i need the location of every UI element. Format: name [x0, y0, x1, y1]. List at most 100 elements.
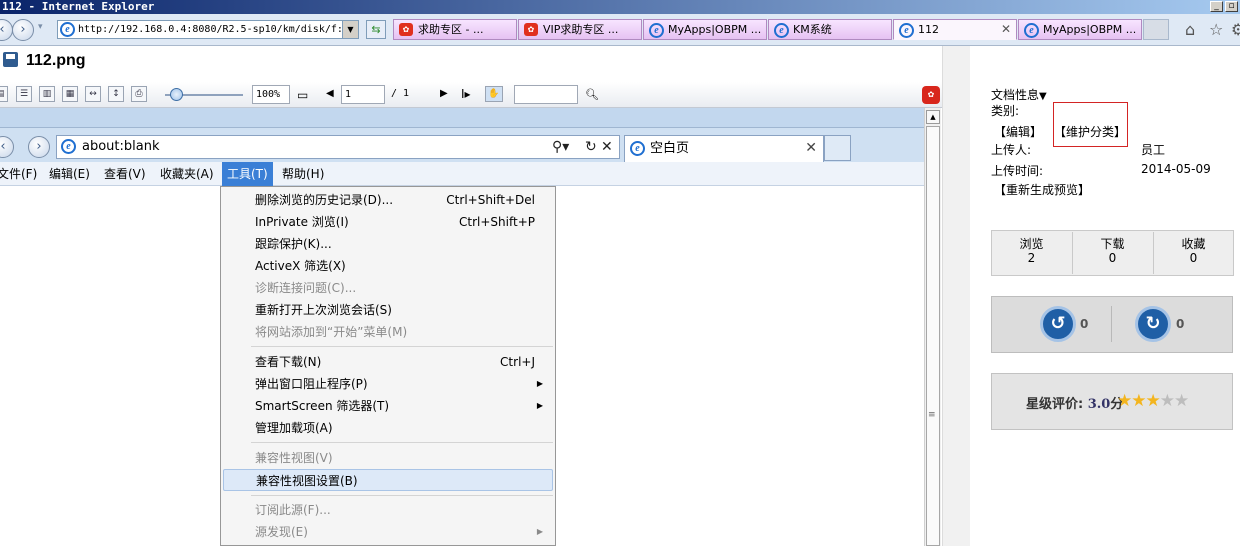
address-bar[interactable]: e http://192.168.0.4:8080/R2.5-sp10/km/d…: [57, 20, 359, 39]
search-icon[interactable]: 🔍︎: [585, 88, 599, 101]
dropdown-item: 诊断连接问题(C)...: [255, 281, 357, 295]
prev-page-icon[interactable]: ◀: [326, 88, 334, 99]
home-icon[interactable]: ⌂: [1185, 20, 1195, 39]
embedded-address-bar: e about:blank: [56, 135, 620, 159]
favorites-star-icon[interactable]: ☆: [1209, 20, 1223, 39]
vote-down-icon[interactable]: ↻: [1135, 306, 1171, 342]
address-dropdown-icon[interactable]: ▼: [342, 21, 358, 38]
next-page-icon[interactable]: ▶: [440, 88, 448, 99]
embedded-forward-icon: ›: [28, 136, 50, 158]
text-select-icon[interactable]: I▸: [461, 87, 471, 101]
embedded-close-tab-icon: ✕: [805, 140, 817, 156]
tab-2[interactable]: e MyApps|OBPM ...: [643, 19, 767, 40]
scrollbar-thumb[interactable]: [926, 126, 940, 546]
regenerate-preview-link[interactable]: 【重新生成预览】: [994, 181, 1090, 198]
hand-tool-icon[interactable]: ✋: [485, 86, 503, 102]
page-total: / 1: [391, 88, 410, 99]
dropdown-item: ActiveX 筛选(X): [255, 259, 346, 273]
dropdown-item: 订阅此源(F)...: [255, 503, 331, 517]
stat-views: 浏览 2: [1019, 237, 1044, 265]
save-disk-icon[interactable]: [3, 52, 18, 67]
dropdown-separator: [251, 495, 553, 496]
star-filled-icon[interactable]: ★: [1117, 391, 1132, 411]
dropdown-item: 将网站添加到“开始”菜单(M): [255, 325, 408, 339]
page-thumbnails-icon[interactable]: ▤: [0, 86, 8, 102]
star-empty-icon[interactable]: ★: [1174, 391, 1189, 411]
ie-icon: e: [649, 23, 664, 38]
submenu-arrow-icon: ▶: [536, 527, 543, 536]
ie-icon: e: [61, 139, 76, 154]
zoom-input[interactable]: 100%: [252, 85, 290, 104]
minimize-button[interactable]: _: [1210, 1, 1223, 12]
scrollbar-grip-icon: ≡: [928, 410, 936, 420]
tab-0[interactable]: ✿ 求助专区 - ...: [393, 19, 517, 40]
refresh-go-icon[interactable]: ⇆: [366, 20, 386, 39]
uploader-value: 员工: [1141, 143, 1166, 157]
submenu-arrow-icon: ▶: [536, 401, 543, 410]
fullscreen-icon[interactable]: ▭: [297, 88, 308, 102]
grid-view-icon[interactable]: ▦: [62, 86, 78, 102]
dropdown-item: 源发现(E) ▶: [221, 521, 555, 543]
star-filled-icon[interactable]: ★: [1146, 391, 1161, 411]
fit-width-icon[interactable]: ↔: [85, 86, 101, 102]
viewer-logo-icon: ✿: [922, 86, 940, 104]
chevron-down-icon: ▼: [1039, 91, 1047, 102]
upload-time-label: 上传时间:: [991, 164, 1044, 178]
nav-history-dropdown-icon[interactable]: ▾: [38, 22, 43, 32]
print-icon[interactable]: ⎙: [131, 86, 147, 102]
fit-height-icon[interactable]: ↕: [108, 86, 124, 102]
rating-stars[interactable]: ★★★★★: [1117, 391, 1189, 411]
tab-label: KM系统: [793, 23, 832, 36]
dropdown-separator: [251, 442, 553, 443]
restore-button[interactable]: ▫: [1225, 1, 1238, 12]
new-tab-button[interactable]: [1143, 19, 1169, 40]
stat-favorites: 收藏 0: [1181, 237, 1206, 265]
forward-icon[interactable]: ›: [12, 19, 34, 41]
menu-file: 文件(F): [0, 167, 38, 181]
close-tab-icon[interactable]: ✕: [1001, 20, 1011, 39]
scroll-up-icon[interactable]: ▲: [926, 110, 940, 124]
vote-up-icon[interactable]: ↺: [1040, 306, 1076, 342]
two-page-icon[interactable]: ▥: [39, 86, 55, 102]
vote-box: [991, 296, 1233, 353]
dropdown-item: 跟踪保护(K)...: [255, 237, 332, 251]
star-empty-icon[interactable]: ★: [1160, 391, 1175, 411]
tab-3[interactable]: e KM系统: [768, 19, 892, 40]
tab-1[interactable]: ✿ VIP求助专区 ...: [518, 19, 642, 40]
upload-time-value: 2014-05-09: [1141, 162, 1211, 176]
menu-help: 帮助(H): [282, 167, 325, 181]
edit-link[interactable]: 【编辑】: [994, 123, 1042, 140]
zoom-slider-knob[interactable]: [170, 88, 183, 101]
tab-4-active[interactable]: e 112 ✕: [893, 19, 1017, 40]
document-title: 112.png: [26, 52, 86, 69]
embedded-refresh-icon: ↻: [585, 139, 597, 155]
menu-edit: 编辑(E): [49, 167, 90, 181]
dropdown-separator: [251, 346, 553, 347]
vote-up-count: 0: [1080, 317, 1089, 331]
dropdown-item: 弹出窗口阻止程序(P) ▶: [221, 373, 555, 395]
star-filled-icon[interactable]: ★: [1131, 391, 1146, 411]
tab-label: VIP求助专区 ...: [543, 23, 619, 36]
submenu-arrow-icon: ▶: [536, 379, 543, 388]
doc-props-heading[interactable]: 文档性息▼: [991, 86, 1047, 103]
ie-icon: e: [1024, 23, 1039, 38]
single-page-icon[interactable]: ☰: [16, 86, 32, 102]
settings-gear-icon[interactable]: ⚙: [1231, 20, 1240, 39]
vote-down-count: 0: [1176, 317, 1185, 331]
search-input[interactable]: [514, 85, 578, 104]
dropdown-item: 重新打开上次浏览会话(S): [255, 303, 392, 317]
dropdown-item: 删除浏览的历史记录(D)... Ctrl+Shift+Del: [255, 193, 535, 207]
tab-5[interactable]: e MyApps|OBPM ...: [1018, 19, 1142, 40]
panel-divider: [942, 46, 970, 546]
stat-downloads: 下载 0: [1100, 237, 1125, 265]
tab-label: 112: [918, 23, 939, 36]
window-title-bar: 112 - Internet Explorer: [0, 0, 1240, 14]
embedded-stop-icon: ✕: [601, 139, 613, 155]
page-number-input[interactable]: 1: [341, 85, 385, 104]
embedded-new-tab: [824, 135, 851, 161]
tools-dropdown-menu: 删除浏览的历史记录(D)... Ctrl+Shift+Del InPrivate …: [220, 186, 556, 546]
embedded-tab-label: 空白页: [650, 141, 690, 156]
tab-label: 求助专区 - ...: [418, 23, 484, 36]
dropdown-item: SmartScreen 筛选器(T) ▶: [221, 395, 555, 417]
embedded-search-icon: ⚲▾: [552, 139, 570, 155]
